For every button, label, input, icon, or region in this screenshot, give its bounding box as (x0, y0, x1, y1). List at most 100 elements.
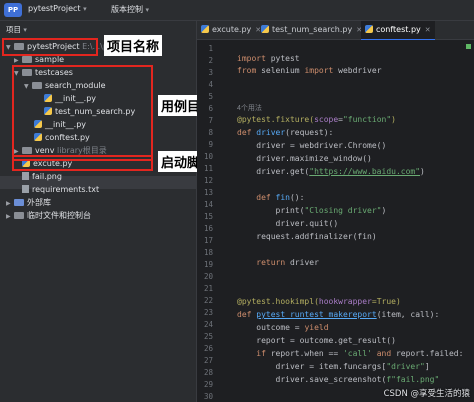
line-number[interactable]: 9 (197, 140, 213, 149)
code-editor[interactable]: import pytest from selenium import webdr… (233, 40, 474, 402)
line-number[interactable]: 14 (197, 200, 213, 209)
line-number[interactable]: 2 (197, 56, 213, 65)
tab-excute[interactable]: excute.py ✕ (201, 21, 261, 39)
tree-item-label: 外部库 (27, 198, 51, 207)
line-number[interactable]: 12 (197, 176, 213, 185)
line-number[interactable]: 19 (197, 260, 213, 269)
collapse-icon[interactable]: ▶ (6, 211, 14, 223)
tab-test-num-search[interactable]: test_num_search.py ✕ (261, 21, 362, 39)
code-line: import pytest (237, 54, 300, 63)
line-number[interactable]: 13 (197, 188, 213, 197)
line-number[interactable]: 1 (197, 44, 213, 53)
code-token: (): (289, 193, 305, 202)
folder-icon (22, 56, 32, 63)
code-token: pytest_runtest_makereport (256, 310, 377, 319)
code-token: =True) (371, 297, 401, 306)
code-line: driver.maximize_window() (237, 154, 372, 163)
panel-title[interactable]: 项目 ▾ (6, 24, 27, 35)
code-token: def (237, 193, 276, 202)
line-number[interactable]: 5 (197, 92, 213, 101)
python-file-icon (201, 25, 209, 33)
close-icon[interactable]: ✕ (425, 26, 431, 34)
code-token: driver (256, 128, 286, 137)
code-line: if report.when == 'call' and report.fail… (237, 349, 463, 358)
code-token: ) (420, 167, 425, 176)
annotation-label-project: 项目名称 (104, 35, 163, 56)
line-number[interactable]: 11 (197, 164, 213, 173)
chevron-down-icon: ▾ (145, 6, 150, 14)
line-number[interactable]: 15 (197, 212, 213, 221)
vcs-menu[interactable]: 版本控制 ▾ (111, 4, 149, 15)
code-line: def fin(): (237, 193, 304, 202)
line-number[interactable]: 16 (197, 224, 213, 233)
library-icon (14, 199, 24, 206)
project-switcher[interactable]: pytestProject ▾ (28, 4, 87, 13)
code-token: ] (424, 362, 430, 371)
chevron-down-icon: ▾ (23, 26, 27, 34)
project-badge[interactable]: PP (4, 3, 22, 17)
inspection-ok-icon[interactable] (466, 44, 471, 49)
tree-item-scratches[interactable]: ▶ 临时文件和控制台 (6, 210, 91, 222)
code-token: import (304, 66, 334, 75)
code-token: "https://www.baidu.com" (309, 167, 421, 176)
line-number[interactable]: 27 (197, 356, 213, 365)
code-line: driver = webdriver.Chrome() (237, 141, 387, 150)
line-number[interactable]: 3 (197, 68, 213, 77)
python-file-icon (261, 25, 269, 33)
tree-item-label: requirements.txt (32, 185, 100, 194)
code-line: driver.get("https://www.baidu.com") (237, 167, 425, 176)
line-number[interactable]: 29 (197, 380, 213, 389)
code-token: driver.save_screenshot( (237, 375, 387, 384)
line-number[interactable]: 4 (197, 80, 213, 89)
line-number[interactable]: 18 (197, 248, 213, 257)
line-number[interactable]: 25 (197, 332, 213, 341)
code-line: return driver (237, 258, 319, 267)
line-number[interactable]: 8 (197, 128, 213, 137)
line-number[interactable]: 22 (197, 296, 213, 305)
line-number[interactable]: 21 (197, 284, 213, 293)
code-token: selenium (256, 66, 305, 75)
code-line: @pytest.fixture(scope="function") (237, 115, 396, 124)
line-number[interactable]: 24 (197, 320, 213, 329)
tab-conftest[interactable]: conftest.py ✕ (361, 21, 435, 41)
tab-label: excute.py (212, 25, 252, 34)
python-file-icon (365, 25, 373, 33)
line-number[interactable]: 10 (197, 152, 213, 161)
tree-item-requirements[interactable]: requirements.txt (22, 184, 99, 196)
collapse-icon[interactable]: ▶ (6, 198, 14, 210)
code-token: import (237, 54, 266, 63)
code-token: 'call' (342, 349, 372, 358)
tree-item-label: 临时文件和控制台 (27, 211, 91, 220)
tab-label: test_num_search.py (272, 25, 353, 34)
line-number[interactable]: 26 (197, 344, 213, 353)
line-number[interactable]: 17 (197, 236, 213, 245)
code-token: @pytest.hookimpl( (237, 297, 319, 306)
code-token: webdriver (333, 66, 382, 75)
code-token: driver.get( (237, 167, 310, 176)
code-line: report = outcome.get_result() (237, 336, 396, 345)
annotation-box-project (2, 38, 98, 56)
tree-item-fail-png[interactable]: fail.png (22, 171, 62, 183)
code-token: "driver" (386, 362, 425, 371)
code-token: report.when == (270, 349, 343, 358)
tree-item-external-libs[interactable]: ▶ 外部库 (6, 197, 51, 209)
vcs-menu-label: 版本控制 (111, 5, 143, 14)
tree-item-label: sample (35, 55, 65, 64)
line-number[interactable]: 20 (197, 272, 213, 281)
line-number[interactable]: 30 (197, 392, 213, 401)
code-line: def driver(request): (237, 128, 333, 137)
code-token: (request): (285, 128, 334, 137)
line-number[interactable]: 28 (197, 368, 213, 377)
usage-hint[interactable]: 4个用法 (237, 103, 262, 113)
tree-item-label: fail.png (32, 172, 62, 181)
line-number[interactable]: 23 (197, 308, 213, 317)
line-number[interactable]: 6 (197, 104, 213, 113)
code-token: return (237, 258, 286, 267)
text-file-icon (22, 185, 29, 193)
code-token: yield (304, 323, 329, 332)
code-token: f"fail.png" (386, 375, 440, 384)
scratch-icon (14, 212, 24, 219)
line-number[interactable]: 7 (197, 116, 213, 125)
code-token: "Closing driver" (304, 206, 382, 215)
code-token: and (371, 349, 396, 358)
